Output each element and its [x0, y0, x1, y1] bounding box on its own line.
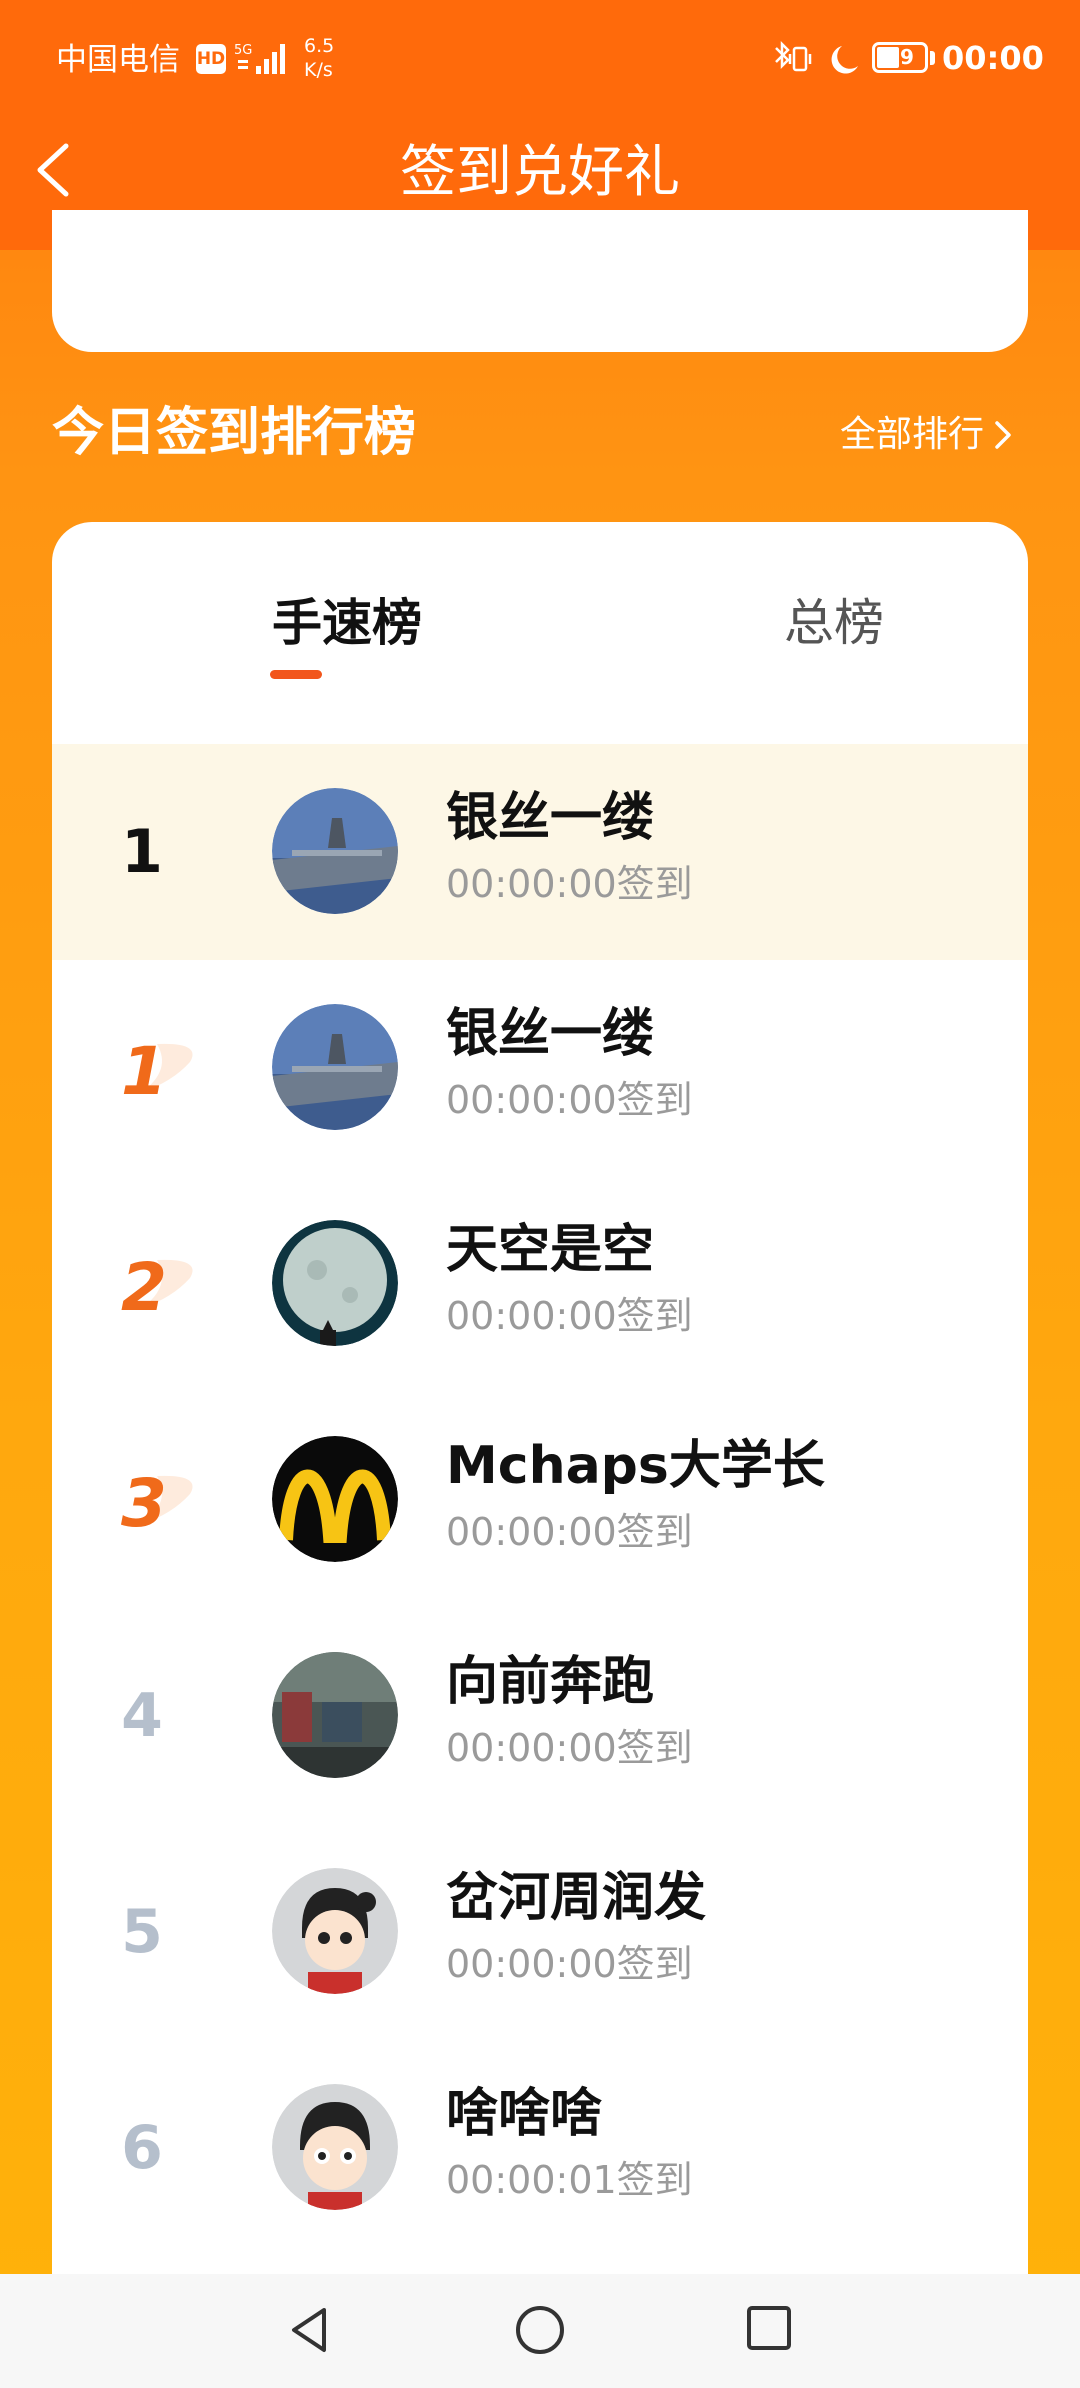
moon-cat-avatar [272, 1220, 398, 1346]
system-nav-bar [0, 2274, 1080, 2388]
carrier-label: 中国电信 [56, 42, 180, 78]
mcdonalds-logo-avatar [272, 1436, 398, 1562]
network-speed: 6.5 K/s [304, 34, 344, 82]
ranking-card: 手速榜 总榜 1 银丝一缕 00:00:00签到 1 银丝一缕 00:00:00… [52, 522, 1028, 2282]
sign-time: 00:00:00签到 [446, 1510, 693, 1554]
my-user-name: 银丝一缕 [446, 788, 655, 848]
user-name: 岔河周润发 [446, 1868, 707, 1928]
rank-number: 6 [121, 2113, 163, 2183]
chevron-right-icon [995, 421, 1011, 449]
user-name: Mchaps大学长 [446, 1436, 825, 1496]
section-title: 今日签到排行榜 [52, 403, 417, 463]
network-speed-value: 6.5 [304, 35, 335, 57]
rank-number: 5 [121, 1897, 163, 1967]
list-item[interactable]: 1 银丝一缕 00:00:00签到 [52, 960, 1028, 1176]
list-item[interactable]: 5 岔河周润发 00:00:00签到 [52, 1824, 1028, 2040]
sign-time: 00:00:00签到 [446, 1942, 693, 1986]
list-item[interactable]: 2 天空是空 00:00:00签到 [52, 1176, 1028, 1392]
aircraft-carrier-avatar [272, 1004, 398, 1130]
street-photo-avatar [272, 1652, 398, 1778]
user-name: 天空是空 [446, 1220, 655, 1280]
list-item[interactable]: 6 啥啥啥 00:00:01签到 [52, 2040, 1028, 2256]
nav-home-icon[interactable] [512, 2304, 568, 2360]
user-name: 银丝一缕 [446, 1004, 655, 1064]
clock: 00:00 [942, 39, 1044, 77]
previous-card [52, 210, 1028, 352]
page-title: 签到兑好礼 [400, 140, 680, 205]
hd-badge: HD [196, 44, 226, 74]
battery-cap [930, 51, 935, 65]
battery-icon: 29 [872, 42, 928, 73]
svg-text:5G: 5G [234, 43, 252, 58]
user-name: 啥啥啥 [446, 2084, 603, 2144]
nav-recents-icon[interactable] [744, 2304, 796, 2356]
sign-time: 00:00:00签到 [446, 1078, 693, 1122]
network-speed-unit: K/s [304, 59, 333, 81]
status-bar: 中国电信 HD 5G 6.5 K/s 29 00:00 [0, 0, 1080, 120]
cartoon-girl-avatar [272, 1868, 398, 1994]
active-tab-indicator [270, 670, 322, 679]
cartoon-boy-avatar [272, 2084, 398, 2210]
list-item[interactable]: 4 向前奔跑 00:00:00签到 [52, 1608, 1028, 1824]
sign-time: 00:00:00签到 [446, 1726, 693, 1770]
list-item[interactable]: 3 Mchaps大学长 00:00:00签到 [52, 1392, 1028, 1608]
rank-number: 1 [121, 1033, 167, 1110]
tab-speed-rank[interactable]: 手速榜 [197, 590, 497, 656]
my-rank-number: 1 [121, 817, 163, 887]
user-name: 向前奔跑 [446, 1652, 655, 1712]
rank-number: 3 [121, 1465, 167, 1542]
sign-time: 00:00:01签到 [446, 2158, 693, 2202]
my-sign-time: 00:00:00签到 [446, 862, 693, 906]
bluetooth-vibrate-moon-icons [775, 40, 858, 74]
sign-time: 00:00:00签到 [446, 1294, 693, 1338]
rank-number: 4 [121, 1681, 163, 1751]
all-rank-label: 全部排行 [840, 414, 985, 455]
battery-level: 29 [886, 45, 914, 69]
nav-back-icon[interactable] [284, 2304, 334, 2356]
signal-icon: 5G [234, 43, 285, 74]
tab-total-rank[interactable]: 总榜 [684, 590, 984, 656]
rank-number: 2 [121, 1249, 167, 1326]
aircraft-carrier-avatar [272, 788, 398, 914]
my-rank-row[interactable]: 1 银丝一缕 00:00:00签到 [52, 744, 1028, 960]
all-rank-link[interactable]: 全部排行 [840, 410, 1014, 460]
